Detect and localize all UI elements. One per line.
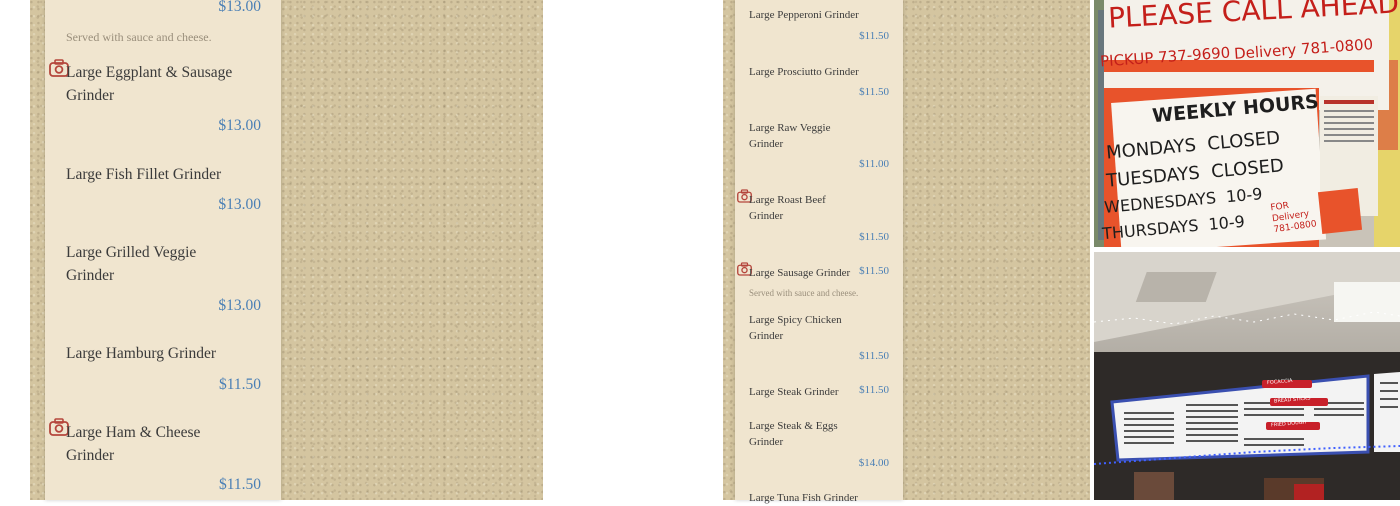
- photo-menu-board[interactable]: FOCACCIA BREAD STICKS FRIED DOUGH: [1094, 252, 1400, 500]
- item-name[interactable]: Large Tuna Fish Grinder: [749, 490, 879, 506]
- item-price: $13.00: [218, 196, 261, 213]
- item-price: $11.50: [218, 476, 261, 493]
- item-price: $13.00: [218, 0, 261, 15]
- item-name[interactable]: Large Fish Fillet Grinder: [66, 163, 236, 186]
- item-price: $11.50: [859, 86, 889, 98]
- sign-delivery-note: FOR Delivery 781-0800: [1269, 200, 1318, 236]
- menu-panel-left: $13.00 Served with sauce and cheese. Lar…: [30, 0, 543, 500]
- item-price: $11.50: [859, 30, 889, 42]
- item-name[interactable]: Large Ham & Cheese Grinder: [66, 421, 236, 467]
- item-name[interactable]: Large Roast Beef Grinder: [749, 192, 839, 224]
- item-name[interactable]: Large Raw Veggie Grinder: [749, 120, 849, 152]
- item-price: $11.50: [859, 265, 889, 277]
- item-name[interactable]: Large Steak Grinder: [749, 384, 849, 400]
- item-name[interactable]: Large Pepperoni Grinder: [749, 7, 859, 23]
- item-name[interactable]: Large Prosciutto Grinder: [749, 64, 859, 80]
- item-price: $13.00: [218, 297, 261, 314]
- menu-column-right: Large Pepperoni Grinder $11.50 Large Pro…: [735, 0, 903, 504]
- menu-panel-right: Large Pepperoni Grinder $11.50 Large Pro…: [723, 0, 1090, 504]
- item-name[interactable]: Large Eggplant & Sausage Grinder: [66, 61, 236, 107]
- item-description: Served with sauce and cheese.: [66, 30, 212, 44]
- item-name[interactable]: Large Hamburg Grinder: [66, 342, 236, 365]
- item-name[interactable]: Large Grilled Veggie Grinder: [66, 241, 236, 287]
- item-price: $11.50: [859, 384, 889, 396]
- item-price: $13.00: [218, 117, 261, 134]
- item-name[interactable]: Large Spicy Chicken Grinder: [749, 312, 854, 344]
- item-price: $14.00: [858, 457, 889, 469]
- item-price: $11.50: [859, 231, 889, 243]
- photo-hours-sign[interactable]: PLEASE CALL AHEAD PICKUP 737-9690 Delive…: [1094, 0, 1400, 247]
- item-price: $11.00: [859, 158, 889, 170]
- menu-column-left: $13.00 Served with sauce and cheese. Lar…: [45, 0, 281, 500]
- item-price: $11.50: [218, 376, 261, 393]
- item-description: Served with sauce and cheese.: [749, 288, 859, 298]
- menu-board-image: [1094, 252, 1400, 500]
- item-name[interactable]: Large Steak & Eggs Grinder: [749, 418, 849, 450]
- item-price: $11.50: [859, 350, 889, 362]
- item-name[interactable]: Large Sausage Grinder: [749, 265, 864, 281]
